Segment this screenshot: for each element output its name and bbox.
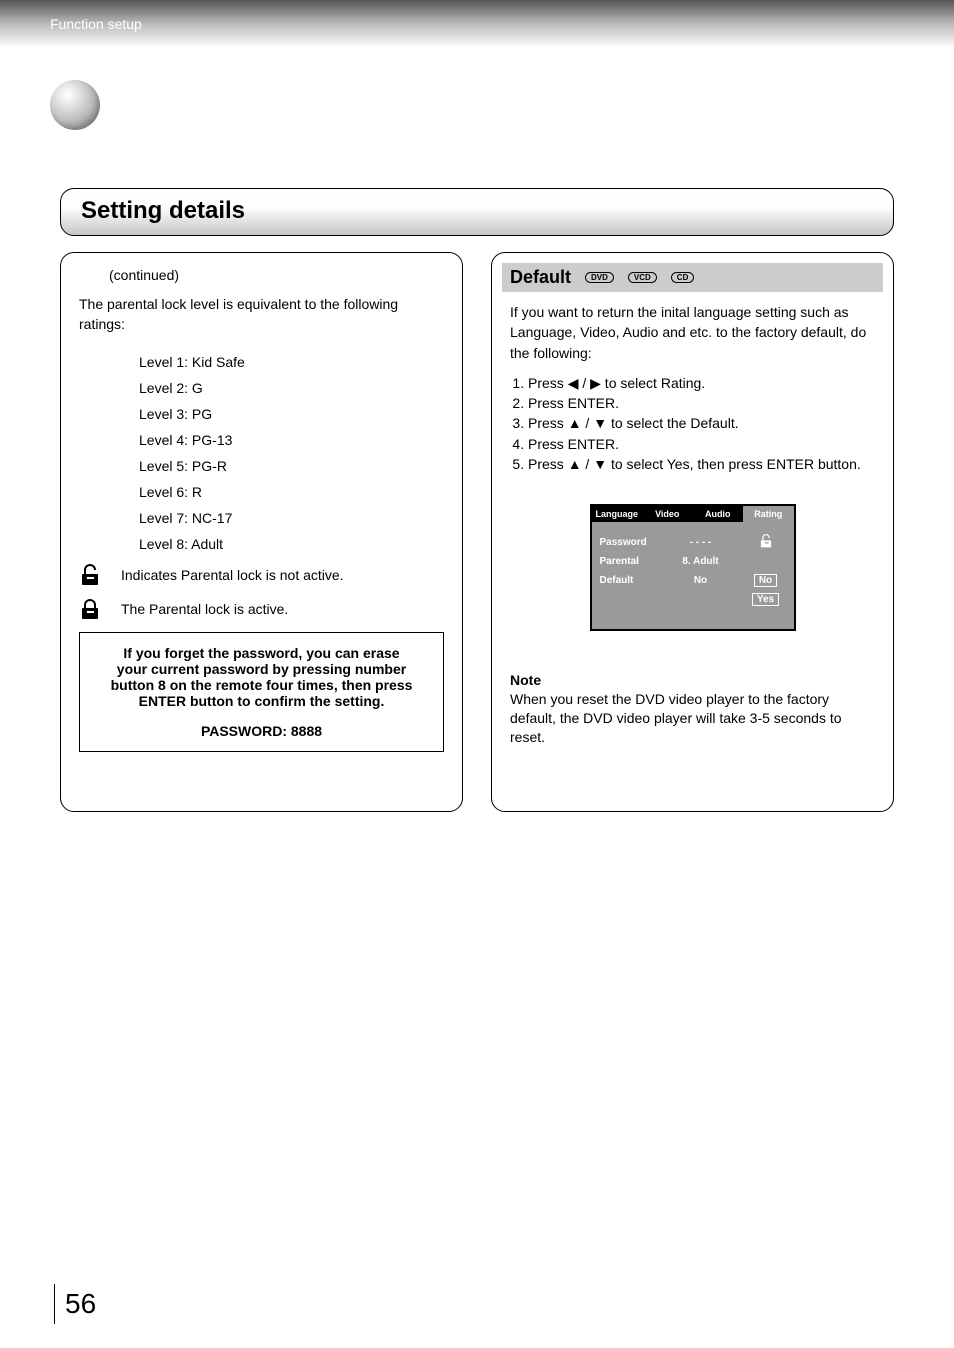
level-item: Level 3: PG	[139, 406, 444, 422]
down-arrow-icon: ▼	[593, 456, 607, 472]
up-arrow-icon: ▲	[568, 415, 582, 431]
step-text: /	[578, 375, 590, 391]
dvd-badge-icon: DVD	[585, 272, 614, 283]
osd-row-parental: Parental 8. Adult	[600, 554, 786, 568]
step-3: Press ▲ / ▼ to select the Default.	[528, 413, 875, 433]
right-panel: Default DVD VCD CD If you want to return…	[491, 252, 894, 812]
step-5: Press ▲ / ▼ to select Yes, then press EN…	[528, 454, 875, 474]
step-text: Press	[528, 375, 568, 391]
osd-row-yes: Yes	[600, 592, 786, 606]
level-item: Level 1: Kid Safe	[139, 354, 444, 370]
step-text: to select the Default.	[607, 415, 739, 431]
osd-tabs: Language Video Audio Rating	[592, 506, 794, 522]
lock-caption: The Parental lock is active.	[121, 601, 288, 617]
continued-label: (continued)	[109, 267, 444, 283]
level-item: Level 7: NC-17	[139, 510, 444, 526]
pw-line: If you forget the password, you can eras…	[92, 645, 431, 661]
left-panel: (continued) The parental lock level is e…	[60, 252, 463, 812]
osd-value: No	[656, 575, 746, 586]
osd-menu: Language Video Audio Rating Password - -…	[590, 504, 796, 631]
step-text: to select Rating.	[601, 375, 705, 391]
up-arrow-icon: ▲	[568, 456, 582, 472]
step-1: Press ◀ / ▶ to select Rating.	[528, 373, 875, 393]
page-title: Setting details	[60, 188, 894, 236]
osd-row-default: Default No No	[600, 573, 786, 587]
osd-tab-language: Language	[592, 506, 643, 522]
rating-levels-list: Level 1: Kid Safe Level 2: G Level 3: PG…	[139, 354, 444, 552]
cd-badge-icon: CD	[671, 272, 695, 283]
pw-line: ENTER button to confirm the setting.	[92, 693, 431, 709]
unlock-mini-icon	[746, 534, 786, 551]
osd-value: 8. Adult	[656, 556, 746, 567]
parental-intro: The parental lock level is equivalent to…	[79, 295, 444, 334]
lock-icon	[79, 598, 101, 620]
step-4: Press ENTER.	[528, 434, 875, 454]
step-text: Press	[528, 415, 568, 431]
step-text: /	[582, 456, 594, 472]
vcd-badge-icon: VCD	[628, 272, 657, 283]
step-text: to select Yes, then press ENTER button.	[607, 456, 861, 472]
default-heading: Default	[510, 267, 571, 288]
osd-tab-rating: Rating	[743, 506, 794, 522]
osd-tab-audio: Audio	[693, 506, 744, 522]
password-note-box: If you forget the password, you can eras…	[79, 632, 444, 752]
step-text: Press	[528, 456, 568, 472]
note-block: Note When you reset the DVD video player…	[510, 671, 875, 747]
osd-label: Parental	[600, 556, 656, 567]
note-label: Note	[510, 671, 875, 690]
decorative-sphere-icon	[50, 80, 100, 130]
osd-option-no: No	[754, 574, 777, 587]
page-number: 56	[54, 1284, 96, 1324]
default-intro: If you want to return the inital languag…	[510, 302, 875, 363]
osd-value: - - - -	[656, 537, 746, 548]
pw-line: your current password by pressing number	[92, 661, 431, 677]
level-item: Level 4: PG-13	[139, 432, 444, 448]
step-text: /	[582, 415, 594, 431]
pw-line: button 8 on the remote four times, then …	[92, 677, 431, 693]
down-arrow-icon: ▼	[593, 415, 607, 431]
default-steps: Press ◀ / ▶ to select Rating. Press ENTE…	[510, 373, 875, 474]
step-2: Press ENTER.	[528, 393, 875, 413]
osd-option-yes: Yes	[752, 593, 779, 606]
left-arrow-icon: ◀	[568, 375, 579, 391]
pw-value: PASSWORD: 8888	[92, 723, 431, 739]
level-item: Level 5: PG-R	[139, 458, 444, 474]
section-header: Function setup	[50, 16, 142, 32]
default-heading-bar: Default DVD VCD CD	[502, 263, 883, 292]
osd-row-password: Password - - - -	[600, 535, 786, 549]
right-arrow-icon: ▶	[590, 375, 601, 391]
unlock-icon	[79, 564, 101, 586]
unlock-caption: Indicates Parental lock is not active.	[121, 567, 344, 583]
note-body: When you reset the DVD video player to t…	[510, 691, 842, 745]
osd-label: Password	[600, 537, 656, 548]
osd-label: Default	[600, 575, 656, 586]
level-item: Level 2: G	[139, 380, 444, 396]
level-item: Level 6: R	[139, 484, 444, 500]
osd-tab-video: Video	[642, 506, 693, 522]
level-item: Level 8: Adult	[139, 536, 444, 552]
